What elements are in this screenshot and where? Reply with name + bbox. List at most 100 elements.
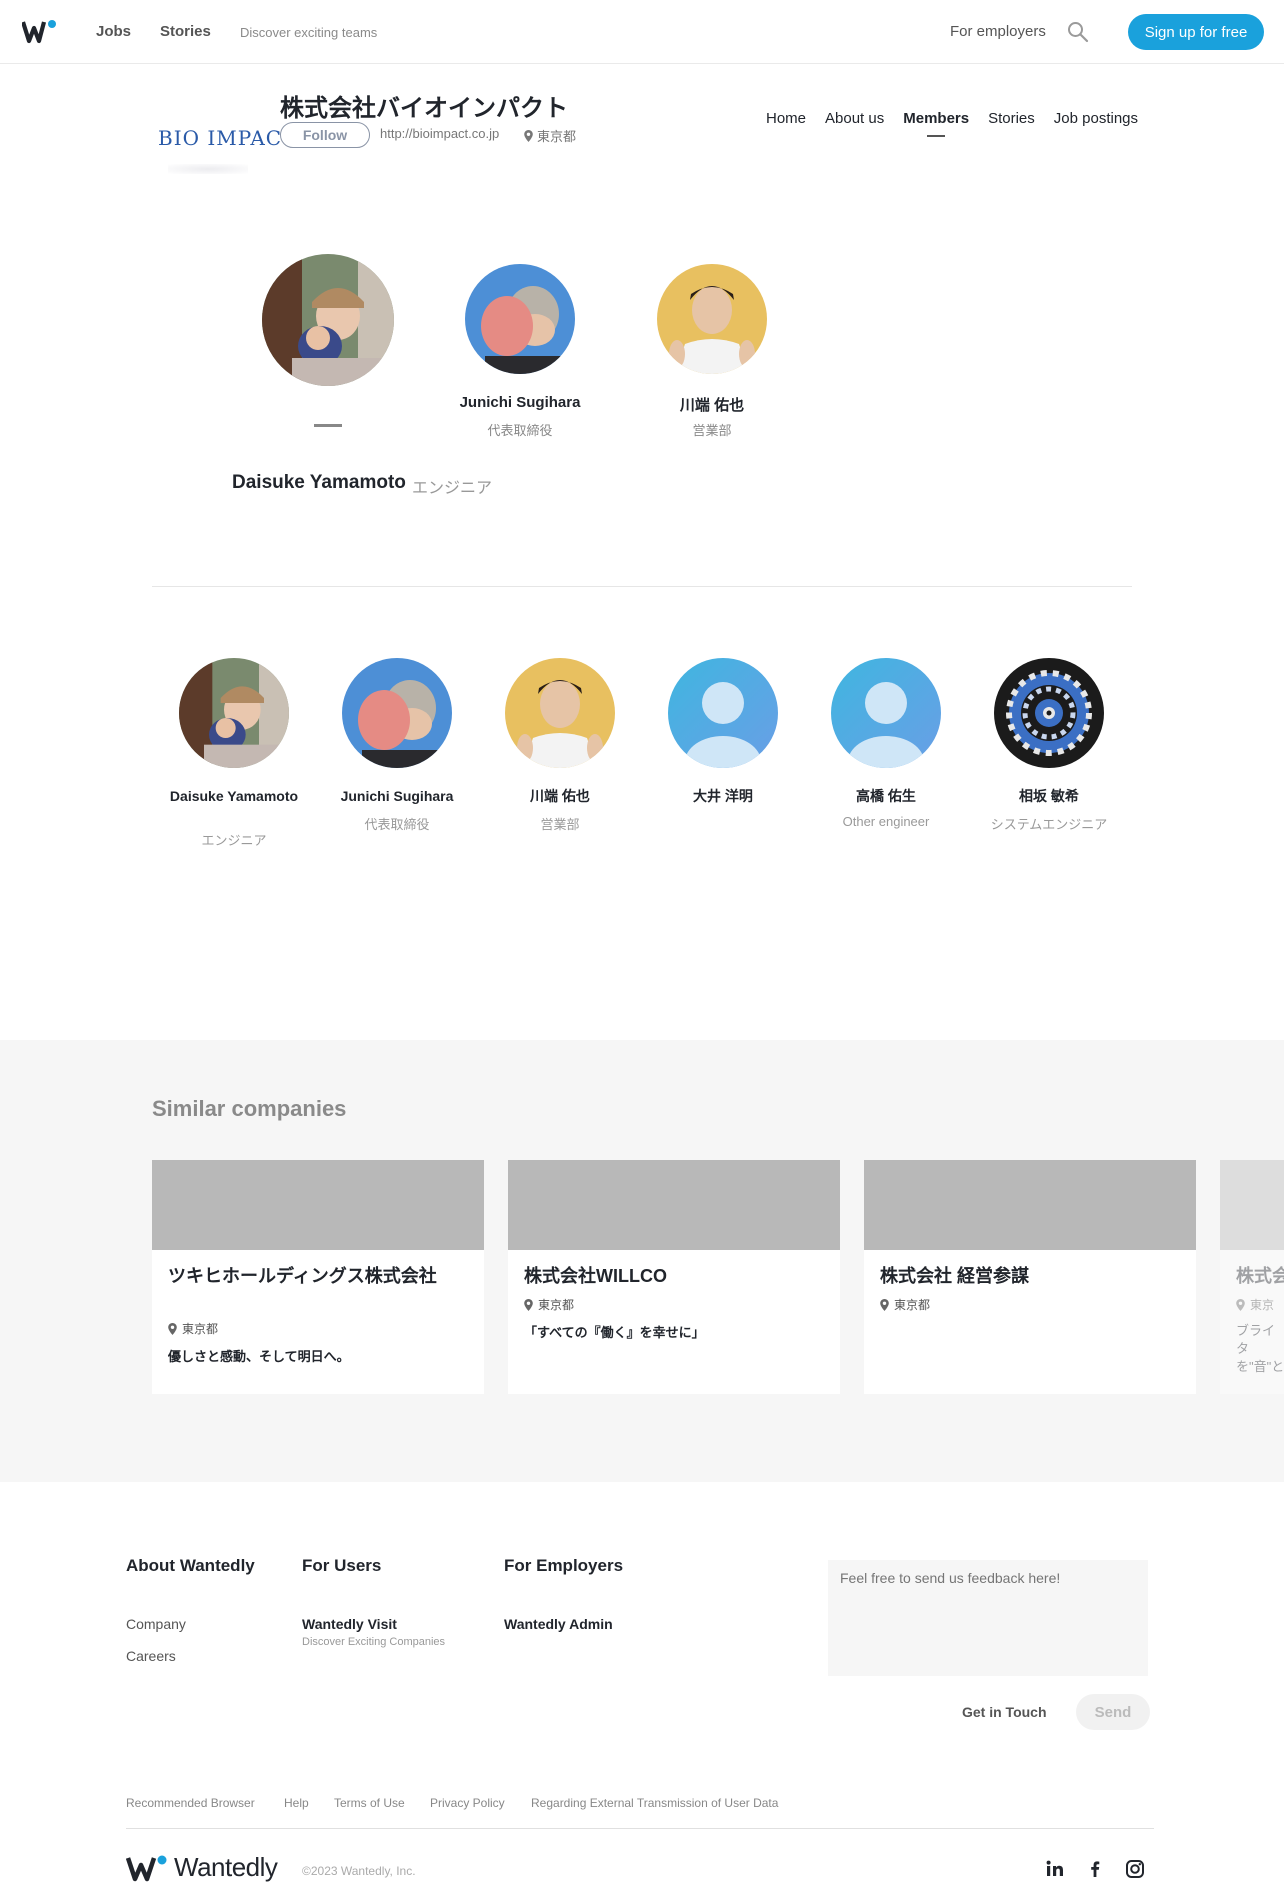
footer-copyright: ©2023 Wantedly, Inc.	[302, 1864, 416, 1878]
tab-members[interactable]: Members	[903, 110, 969, 137]
default-avatar-icon	[668, 658, 778, 768]
member-name-1[interactable]: Daisuke Yamamoto	[159, 788, 309, 805]
company-card-2[interactable]: 株式会社WILLCO 東京都 「すべての『働く』を幸せに」	[508, 1160, 840, 1394]
tab-job-postings[interactable]: Job postings	[1054, 110, 1138, 127]
member-avatar-1[interactable]	[179, 658, 289, 768]
tab-about-us[interactable]: About us	[825, 110, 884, 127]
selected-member-role: エンジニア	[412, 480, 493, 497]
member-name-4[interactable]: 大井 洋明	[648, 788, 798, 805]
company-card-location-text: 東京都	[182, 1322, 219, 1336]
search-icon[interactable]	[1066, 20, 1090, 44]
footer-brand-text: Wantedly	[174, 1852, 278, 1882]
member-role-1: エンジニア	[201, 833, 267, 848]
member-name-2[interactable]: Junichi Sugihara	[322, 788, 472, 805]
footer-about-title: About Wantedly	[126, 1556, 255, 1575]
top-nav: Jobs Stories Discover exciting teams For…	[0, 0, 1284, 64]
footer-link-company[interactable]: Company	[126, 1616, 186, 1632]
featured-member-avatar-1[interactable]	[262, 254, 394, 386]
company-card-desc: 「すべての『働く』を幸せに」	[524, 1325, 705, 1340]
company-tabs: Home About us Members Stories Job postin…	[766, 110, 1138, 137]
member-role-5: Other engineer	[842, 814, 930, 829]
footer-link-visit-sub: Discover Exciting Companies	[302, 1636, 446, 1648]
company-card-desc: ブライタ を"音"と	[1236, 1323, 1284, 1374]
company-card-3[interactable]: 株式会社 経営参謀 東京都	[864, 1160, 1196, 1394]
company-card-location-text: 東京都	[894, 1298, 931, 1312]
featured-member-name-2[interactable]: Junichi Sugihara	[420, 394, 620, 411]
wantedly-logo-icon	[126, 1855, 167, 1881]
footer-wordmark[interactable]: Wantedly	[126, 1852, 278, 1883]
tab-home[interactable]: Home	[766, 110, 806, 127]
member-photo-icon	[465, 264, 575, 374]
member-avatar-3[interactable]	[505, 658, 615, 768]
location-pin-icon	[168, 1322, 177, 1335]
member-photo-icon	[505, 658, 615, 768]
company-logo-reflection	[168, 164, 248, 174]
send-button[interactable]: Send	[1076, 1694, 1150, 1730]
facebook-icon[interactable]	[1084, 1858, 1106, 1880]
get-in-touch-link[interactable]: Get in Touch	[962, 1704, 1047, 1720]
footer-legal-help[interactable]: Help	[284, 1796, 309, 1810]
company-card-4[interactable]: 株式会 東京 ブライタ を"音"と	[1220, 1160, 1284, 1394]
company-card-name: 株式会	[1236, 1266, 1284, 1286]
nav-jobs[interactable]: Jobs	[96, 23, 131, 40]
company-card-image	[152, 1160, 484, 1250]
member-name-6[interactable]: 相坂 敏希	[974, 788, 1124, 805]
footer-link-wantedly-admin[interactable]: Wantedly Admin	[504, 1616, 613, 1632]
featured-member-avatar-3[interactable]	[657, 264, 767, 374]
company-card-image	[1220, 1160, 1284, 1250]
company-card-image	[864, 1160, 1196, 1250]
linkedin-icon[interactable]	[1044, 1858, 1066, 1880]
featured-member-avatar-2[interactable]	[465, 264, 575, 374]
company-card-desc: 優しさと感動、そして明日へ。	[168, 1349, 350, 1364]
member-name-3[interactable]: 川端 佑也	[485, 788, 635, 805]
featured-selected-indicator	[314, 424, 342, 427]
default-avatar-icon	[831, 658, 941, 768]
wantedly-logo-icon[interactable]	[22, 18, 58, 44]
member-name-5[interactable]: 高橋 佑生	[811, 788, 961, 805]
follow-button[interactable]: Follow	[280, 122, 370, 148]
footer-divider	[126, 1828, 1154, 1829]
member-photo-icon	[179, 658, 289, 768]
company-card-image	[508, 1160, 840, 1250]
company-name: 株式会社バイオインパクト	[280, 95, 568, 122]
dartboard-icon	[994, 658, 1104, 768]
featured-member-role-3: 営業部	[692, 423, 732, 438]
member-role-6: システムエンジニア	[990, 817, 1108, 832]
company-card-name: 株式会社WILLCO	[524, 1266, 667, 1286]
company-location-text: 東京都	[537, 129, 577, 144]
company-card-location-text: 東京	[1250, 1298, 1275, 1312]
signup-button[interactable]: Sign up for free	[1128, 14, 1264, 50]
location-pin-icon	[880, 1298, 889, 1311]
location-pin-icon	[1236, 1298, 1245, 1311]
footer-legal-terms[interactable]: Terms of Use	[334, 1796, 405, 1810]
featured-member-role-2: 代表取締役	[487, 423, 553, 438]
nav-stories[interactable]: Stories	[160, 23, 211, 40]
company-card-1[interactable]: ツキヒホールディングス株式会社 東京都 優しさと感動、そして明日へ。	[152, 1160, 484, 1394]
instagram-icon[interactable]	[1124, 1858, 1146, 1880]
company-card-location: 東京	[1236, 1296, 1274, 1313]
member-avatar-5[interactable]	[831, 658, 941, 768]
selected-member-name: Daisuke Yamamoto	[232, 472, 406, 493]
featured-member-name-3[interactable]: 川端 佑也	[612, 394, 812, 415]
footer-link-wantedly-visit[interactable]: Wantedly Visit	[302, 1616, 397, 1632]
footer-legal-external-data[interactable]: Regarding External Transmission of User …	[531, 1796, 778, 1810]
footer-employers-title: For Employers	[504, 1556, 624, 1575]
member-avatar-4[interactable]	[668, 658, 778, 768]
company-url[interactable]: http://bioimpact.co.jp	[380, 126, 499, 141]
company-logo[interactable]: BIO IMPACT	[158, 126, 296, 150]
similar-companies-section: Similar companies ツキヒホールディングス株式会社 東京都 優し…	[0, 1040, 1284, 1482]
location-pin-icon	[524, 1298, 533, 1311]
feedback-input[interactable]	[828, 1560, 1148, 1676]
company-card-location: 東京都	[168, 1320, 218, 1337]
member-avatar-2[interactable]	[342, 658, 452, 768]
footer-link-careers[interactable]: Careers	[126, 1648, 176, 1664]
footer-legal-privacy[interactable]: Privacy Policy	[430, 1796, 505, 1810]
member-role-2: 代表取締役	[364, 817, 430, 832]
nav-for-employers[interactable]: For employers	[950, 23, 1046, 40]
member-avatar-6[interactable]	[994, 658, 1104, 768]
nav-discover[interactable]: Discover exciting teams	[240, 25, 377, 40]
tab-stories[interactable]: Stories	[988, 110, 1035, 127]
company-card-name: 株式会社 経営参謀	[880, 1266, 1030, 1286]
footer-legal-browser[interactable]: Recommended Browser	[126, 1796, 255, 1810]
company-card-name: ツキヒホールディングス株式会社	[168, 1266, 437, 1286]
